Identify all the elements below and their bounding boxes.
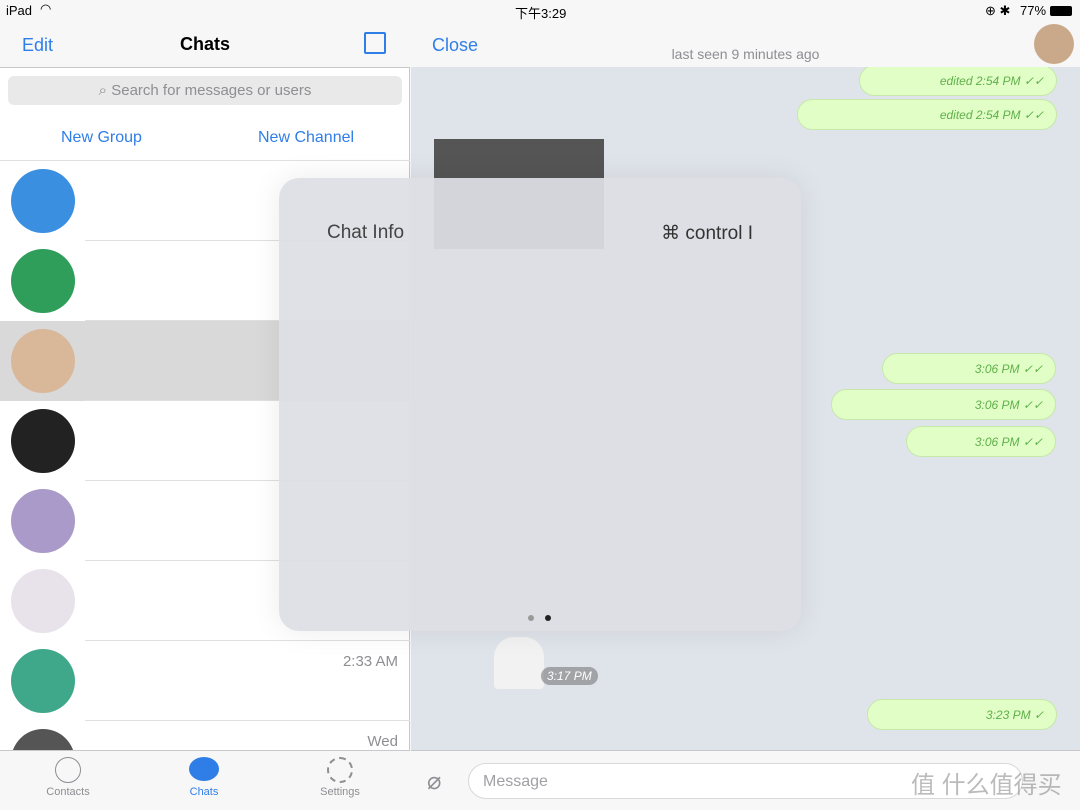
last-seen-status: last seen 9 minutes ago bbox=[671, 46, 820, 62]
message-time: edited 2:54 PM bbox=[939, 108, 1021, 122]
message-bubble[interactable]: 3:06 PM ✓✓ bbox=[831, 389, 1056, 420]
message-time: 3:06 PM bbox=[974, 435, 1020, 449]
tab-chats[interactable]: Chats bbox=[154, 757, 254, 798]
status-bar: iPad ◠ 下午3:29 ⊕ ✱ 77% bbox=[0, 0, 1080, 21]
message-time: edited 2:54 PM bbox=[939, 74, 1021, 88]
gear-icon bbox=[327, 757, 353, 783]
message-placeholder: Message bbox=[483, 773, 548, 790]
page-dot[interactable] bbox=[528, 615, 534, 621]
read-ticks-icon: ✓✓ bbox=[1023, 108, 1044, 122]
new-group-button[interactable]: New Group bbox=[61, 129, 142, 147]
tab-settings[interactable]: Settings bbox=[290, 757, 390, 798]
attach-icon[interactable]: ⌀ bbox=[427, 767, 441, 796]
tab-bar: Contacts Chats Settings bbox=[0, 750, 410, 810]
message-time: 3:23 PM bbox=[985, 708, 1031, 722]
compose-icon[interactable] bbox=[364, 32, 386, 54]
watermark-logo: 值 什么值得买 bbox=[911, 772, 1062, 799]
message-time: 3:17 PM bbox=[547, 669, 592, 683]
message-bubble[interactable]: 3:06 PM ✓✓ bbox=[906, 426, 1056, 457]
message-time: 3:06 PM bbox=[974, 362, 1020, 376]
message-bubble[interactable]: 3:23 PM ✓ bbox=[867, 699, 1057, 730]
avatar bbox=[11, 649, 75, 713]
avatar bbox=[11, 329, 75, 393]
input-bar: ⌀ Message 值 什么值得买 bbox=[411, 750, 1080, 810]
battery-label: 77% bbox=[1020, 3, 1047, 18]
bluetooth-icon: ⊕ ✱ bbox=[985, 3, 1011, 18]
search-input[interactable]: ⌕ Search for messages or users bbox=[8, 76, 402, 105]
read-ticks-icon: ✓✓ bbox=[1022, 398, 1043, 412]
wifi-icon: ◠ bbox=[40, 1, 52, 16]
avatar bbox=[11, 569, 75, 633]
shortcut-overlay: Chat Info ⌘ control I bbox=[279, 178, 801, 631]
search-placeholder: Search for messages or users bbox=[111, 82, 312, 99]
page-dot-active[interactable] bbox=[545, 615, 551, 621]
tab-label: Chats bbox=[189, 786, 219, 798]
read-ticks-icon: ✓✓ bbox=[1022, 362, 1043, 376]
device-label: iPad bbox=[6, 3, 33, 18]
contacts-icon bbox=[55, 757, 81, 783]
shortcut-keys: ⌘ control I bbox=[661, 223, 753, 244]
chat-time: Wed bbox=[367, 733, 398, 750]
sticker-message[interactable] bbox=[494, 637, 544, 689]
message-time: 3:06 PM bbox=[974, 398, 1020, 412]
avatar bbox=[11, 489, 75, 553]
clock: 下午3:29 bbox=[515, 6, 567, 21]
message-bubble[interactable]: 3:06 PM ✓✓ bbox=[882, 353, 1056, 384]
tab-label: Contacts bbox=[46, 786, 90, 798]
message-bubble[interactable]: edited 2:54 PM ✓✓ bbox=[797, 99, 1057, 130]
chats-icon bbox=[189, 757, 219, 781]
avatar[interactable] bbox=[1034, 24, 1074, 64]
tab-contacts[interactable]: Contacts bbox=[18, 757, 118, 798]
read-ticks-icon: ✓✓ bbox=[1022, 435, 1043, 449]
message-bubble[interactable]: 3:17 PM bbox=[541, 667, 598, 685]
read-ticks-icon: ✓ bbox=[1033, 708, 1044, 722]
chat-list-item[interactable]: 2:33 AM bbox=[0, 641, 410, 721]
avatar bbox=[11, 249, 75, 313]
avatar bbox=[11, 409, 75, 473]
read-ticks-icon: ✓✓ bbox=[1023, 74, 1044, 88]
chat-time: 2:33 AM bbox=[342, 653, 398, 670]
message-bubble[interactable]: edited 2:54 PM ✓✓ bbox=[859, 67, 1057, 96]
battery-icon bbox=[1050, 6, 1072, 16]
tab-label: Settings bbox=[320, 786, 360, 798]
page-title: Chats bbox=[179, 34, 230, 54]
avatar bbox=[11, 169, 75, 233]
search-icon: ⌕ bbox=[98, 82, 112, 99]
shortcut-label: Chat Info bbox=[327, 222, 405, 243]
new-channel-button[interactable]: New Channel bbox=[258, 129, 354, 147]
